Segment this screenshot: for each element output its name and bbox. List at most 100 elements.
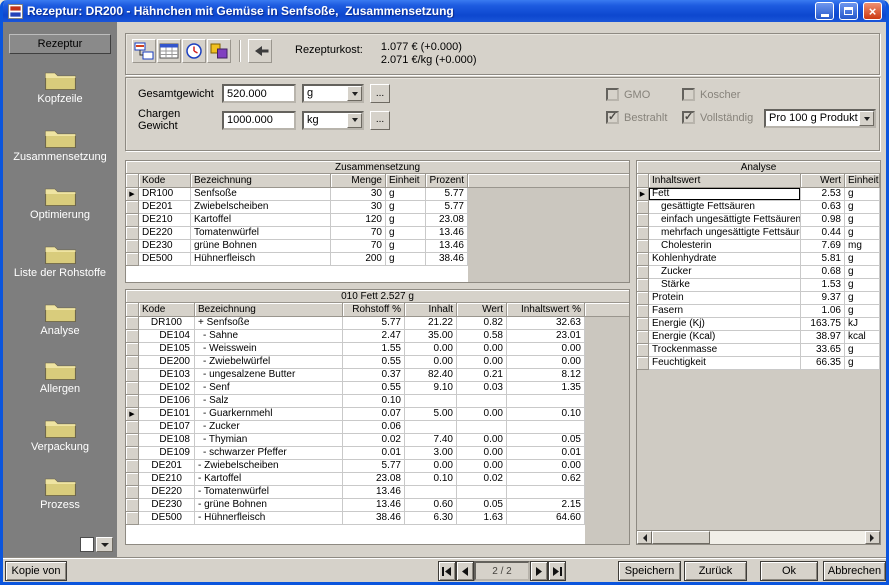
next-record-icon bbox=[536, 566, 542, 576]
sidebar-item[interactable]: Zusammensetzung bbox=[3, 116, 117, 174]
analysis-table-row[interactable]: Fett 2.53 g bbox=[637, 188, 880, 201]
chargen-gewicht-input[interactable] bbox=[222, 110, 296, 130]
chargen-browse-button[interactable]: ... bbox=[370, 110, 390, 130]
checkbox-vollstaendig[interactable]: Vollständig bbox=[682, 110, 753, 124]
analysis-table-row[interactable]: Protein 9.37 g bbox=[637, 292, 880, 305]
cell-bezeichnung: - Salz bbox=[195, 395, 343, 408]
composition-table-row[interactable]: DE500 Hühnerfleisch 200 g 38.46 bbox=[126, 253, 468, 266]
cell-kode: DE200 bbox=[139, 356, 195, 369]
fett-table-row[interactable]: DE108 - Thymian 0.02 7.40 0.00 0.05 bbox=[126, 434, 585, 447]
analysis-table-row[interactable]: Feuchtigkeit 66.35 g bbox=[637, 357, 880, 370]
analysis-table-row[interactable]: Trockenmasse 33.65 g bbox=[637, 344, 880, 357]
zurueck-button[interactable]: Zurück bbox=[684, 561, 747, 581]
checkbox-gmo[interactable]: GMO bbox=[606, 88, 650, 101]
fett-table-row[interactable]: DE107 - Zucker 0.06 bbox=[126, 421, 585, 434]
composition-table-row[interactable]: DR100 Senfsoße 30 g 5.77 bbox=[126, 188, 468, 201]
chargen-unit-select[interactable]: kg bbox=[302, 110, 364, 130]
minimize-button[interactable] bbox=[815, 2, 834, 20]
table-view-icon[interactable] bbox=[157, 39, 181, 63]
fett-table-row[interactable]: DE104 - Sahne 2.47 35.00 0.58 23.01 bbox=[126, 330, 585, 343]
sidebar-scroll-down-button[interactable] bbox=[96, 537, 113, 552]
nav-last-button[interactable] bbox=[548, 561, 566, 581]
fett-table-row[interactable]: DE103 - ungesalzene Butter 0.37 82.40 0.… bbox=[126, 369, 585, 382]
cell-kode: DE109 bbox=[139, 447, 195, 460]
cell-einheit: kJ bbox=[845, 318, 880, 331]
clock-icon[interactable] bbox=[182, 39, 206, 63]
analysis-horizontal-scrollbar[interactable] bbox=[637, 530, 880, 544]
chevron-down-icon[interactable] bbox=[347, 86, 362, 101]
structure-view-icon[interactable] bbox=[132, 39, 156, 63]
fett-table-row[interactable]: DE210 - Kartoffel 23.08 0.10 0.02 0.62 bbox=[126, 473, 585, 486]
checkbox-bestrahlt[interactable]: Bestrahlt bbox=[606, 110, 667, 124]
scrollbar-thumb[interactable] bbox=[652, 531, 710, 544]
fett-table-row[interactable]: DE230 - grüne Bohnen 13.46 0.60 0.05 2.1… bbox=[126, 499, 585, 512]
analysis-table-row[interactable]: Stärke 1.53 g bbox=[637, 279, 880, 292]
analysis-table-row[interactable]: Energie (Kcal) 38.97 kcal bbox=[637, 331, 880, 344]
composition-table-row[interactable]: DE210 Kartoffel 120 g 23.08 bbox=[126, 214, 468, 227]
analysis-table-row[interactable]: einfach ungesättigte Fettsäuren 0.98 g bbox=[637, 214, 880, 227]
scroll-right-button[interactable] bbox=[865, 531, 880, 544]
fett-table-row[interactable]: DR100 + Senfsoße 5.77 21.22 0.82 32.63 bbox=[126, 317, 585, 330]
cell-kode: DE105 bbox=[139, 343, 195, 356]
fett-table-row[interactable]: DE201 - Zwiebelscheiben 5.77 0.00 0.00 0… bbox=[126, 460, 585, 473]
fett-table-row[interactable]: DE102 - Senf 0.55 9.10 0.03 1.35 bbox=[126, 382, 585, 395]
gesamtgewicht-unit-select[interactable]: g bbox=[302, 84, 364, 103]
checkbox-koscher-label: Koscher bbox=[700, 88, 741, 101]
scroll-left-button[interactable] bbox=[637, 531, 652, 544]
sidebar-item[interactable]: Analyse bbox=[3, 290, 117, 348]
abbrechen-button[interactable]: Abbrechen bbox=[823, 561, 886, 581]
sidebar-item[interactable]: Prozess bbox=[3, 464, 117, 522]
per-unit-select[interactable]: Pro 100 g Produkt bbox=[764, 109, 876, 128]
chevron-down-icon[interactable] bbox=[859, 111, 874, 126]
fett-table-row[interactable]: DE105 - Weisswein 1.55 0.00 0.00 0.00 bbox=[126, 343, 585, 356]
nav-next-button[interactable] bbox=[530, 561, 548, 581]
fett-table-row[interactable]: DE220 - Tomatenwürfel 13.46 bbox=[126, 486, 585, 499]
composition-table-row[interactable]: DE220 Tomatenwürfel 70 g 13.46 bbox=[126, 227, 468, 240]
sidebar-item[interactable]: Liste der Rohstoffe bbox=[3, 232, 117, 290]
fett-table-row[interactable]: DE101 - Guarkernmehl 0.07 5.00 0.00 0.10 bbox=[126, 408, 585, 421]
sidebar-item[interactable]: Verpackung bbox=[3, 406, 117, 464]
maximize-button[interactable] bbox=[839, 2, 858, 20]
row-marker-cell bbox=[637, 253, 649, 266]
cell-inhaltswert: 2.15 bbox=[507, 499, 585, 512]
cell-inhalt: 0.00 bbox=[405, 356, 457, 369]
cell-inhalt bbox=[405, 486, 457, 499]
cell-inhaltswert: Protein bbox=[649, 292, 801, 305]
nav-prev-button[interactable] bbox=[456, 561, 474, 581]
fett-table-row[interactable]: DE109 - schwarzer Pfeffer 0.01 3.00 0.00… bbox=[126, 447, 585, 460]
speichern-button[interactable]: Speichern bbox=[618, 561, 681, 581]
composition-table-row[interactable]: DE201 Zwiebelscheiben 30 g 5.77 bbox=[126, 201, 468, 214]
sidebar-item[interactable]: Kopfzeile bbox=[3, 58, 117, 116]
gesamtgewicht-browse-button[interactable]: ... bbox=[370, 84, 390, 103]
sidebar-item[interactable]: Optimierung bbox=[3, 174, 117, 232]
chart-icon[interactable] bbox=[207, 39, 231, 63]
folder-icon bbox=[44, 130, 76, 149]
chevron-down-icon[interactable] bbox=[347, 112, 362, 128]
cell-rohstoff: 0.01 bbox=[343, 447, 405, 460]
row-marker-cell bbox=[126, 486, 139, 499]
analysis-table-row[interactable]: Fasern 1.06 g bbox=[637, 305, 880, 318]
analysis-table-row[interactable]: mehrfach ungesättigte Fettsäuren 0.44 g bbox=[637, 227, 880, 240]
ok-button[interactable]: Ok bbox=[760, 561, 818, 581]
scrollbar-track[interactable] bbox=[710, 531, 865, 544]
analysis-table-row[interactable]: gesättigte Fettsäuren 0.63 g bbox=[637, 201, 880, 214]
close-button[interactable]: × bbox=[863, 2, 882, 20]
composition-table-row[interactable]: DE230 grüne Bohnen 70 g 13.46 bbox=[126, 240, 468, 253]
analysis-table-row[interactable]: Energie (Kj) 163.75 kJ bbox=[637, 318, 880, 331]
analysis-table-row[interactable]: Kohlenhydrate 5.81 g bbox=[637, 253, 880, 266]
gesamtgewicht-input[interactable] bbox=[222, 84, 296, 103]
assign-left-arrow-icon[interactable] bbox=[248, 39, 272, 63]
prev-record-icon bbox=[462, 566, 468, 576]
cell-prozent: 5.77 bbox=[426, 201, 468, 214]
kopie-von-button[interactable]: Kopie von bbox=[5, 561, 67, 581]
analysis-table-row[interactable]: Zucker 0.68 g bbox=[637, 266, 880, 279]
fett-table-row[interactable]: DE500 - Hühnerfleisch 38.46 6.30 1.63 64… bbox=[126, 512, 585, 525]
cell-bezeichnung: Hühnerfleisch bbox=[191, 253, 331, 266]
fett-table-row[interactable]: DE200 - Zwiebelwürfel 0.55 0.00 0.00 0.0… bbox=[126, 356, 585, 369]
fett-table-row[interactable]: DE106 - Salz 0.10 bbox=[126, 395, 585, 408]
nav-first-button[interactable] bbox=[438, 561, 456, 581]
checkbox-koscher[interactable]: Koscher bbox=[682, 88, 740, 101]
sidebar-header: Rezeptur bbox=[9, 34, 111, 54]
analysis-table-row[interactable]: Cholesterin 7.69 mg bbox=[637, 240, 880, 253]
sidebar-item[interactable]: Allergen bbox=[3, 348, 117, 406]
